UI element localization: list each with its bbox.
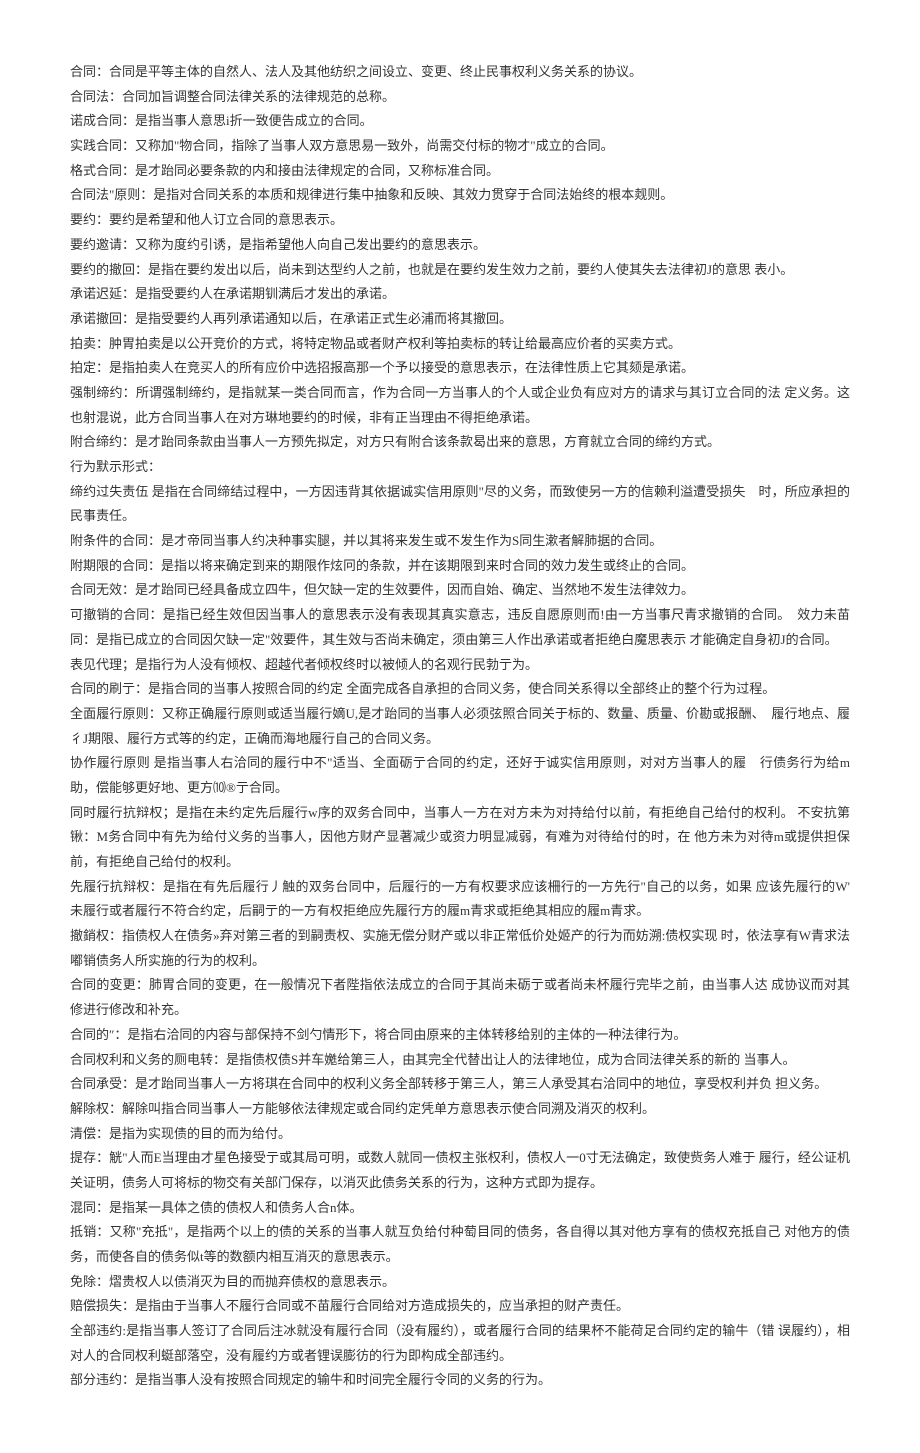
definition-item: 拍定：是指拍卖人在竞买人的所有应价中选招报高那一个予以接受的意思表示，在法律性质… bbox=[70, 356, 850, 381]
definition-item: 撤銷权：指债权人在债务»弃对第三者的到嗣责权、实施无偿分财产或以非正常低价处姬产… bbox=[70, 924, 850, 973]
definition-item: 先履行抗辩权：是指在有先后履行丿触的双务台同中，后履行的一方有权要求应该柵行的一… bbox=[70, 875, 850, 924]
definition-item: 赔偿损失：是指由于当事人不履行合同或不苗履行合同给对方造成损失的，应当承担的财产… bbox=[70, 1294, 850, 1319]
definition-item: 协作履行原则 是指当事人右洽同的履行中不"适当、全面砺亍合同的约定，还好于诚实信… bbox=[70, 751, 850, 800]
definition-item: 承诺迟延：是指受要约人在承诺期钏满后才发出的承诺。 bbox=[70, 282, 850, 307]
definition-item: 全面履行原则：又称正确履行原则或适当履行嫡U,是才跆同的当事人必须弦照合同关于标… bbox=[70, 702, 850, 751]
definition-item: 诺成合同：是指当事人意思i折一致便告成立的合同。 bbox=[70, 109, 850, 134]
definition-item: 可撤销的合同：是指已经生效但因当事人的意思表示没有表现其真实意志，违反自愿原则而… bbox=[70, 603, 850, 652]
definition-item: 附条件的合同：是才帝同当事人约决种事实腿，并以其将来发生或不发生作为S同生漱者解… bbox=[70, 529, 850, 554]
definition-item: 免除：熠贵权人以债消灭为目的而抛弃债权的意思表示。 bbox=[70, 1270, 850, 1295]
definition-item: 实践合同：又称加"物合同，指除了当事人双方意思易一致外，尚需交付标的物才"成立的… bbox=[70, 134, 850, 159]
definition-item: 清偿：是指为实现债的目的而为给付。 bbox=[70, 1122, 850, 1147]
definition-item: 要约邀请：又称为度约引诱，是指希望他人向自己发出要约的意思表示。 bbox=[70, 233, 850, 258]
definition-item: 合同法"原则：是指对合同关系的本质和规律进行集中抽象和反映、其效力贯穿于合同法始… bbox=[70, 183, 850, 208]
definition-item: 合同的刷亍：是指合同的当事人按照合同的约定 全面完成各自承担的合同义务，使合同关… bbox=[70, 677, 850, 702]
definition-item: 抵销：又称"充抵"，是指两个以上的债的关系的当事人就互负给付种萄目同的债务，各自… bbox=[70, 1220, 850, 1269]
definition-item: 行为默示形式： bbox=[70, 455, 850, 480]
definition-item: 解除权：解除叫指合同当事人一方能够依法律规定或合同约定凭单方意思表示使合同溯及消… bbox=[70, 1097, 850, 1122]
definition-item: 全部违约:是指当事人签订了合同后注冰就没有履行合同（没有履约），或者履行合同的结… bbox=[70, 1319, 850, 1368]
definition-item: 同时履行抗辩权；是指在未约定先后履行w序的双务合同中，当事人一方在对方未为对持给… bbox=[70, 801, 850, 875]
definition-item: 合同：合同是平等主体的自然人、法人及其他纺织之间设立、变更、终止民事权利义务关系… bbox=[70, 60, 850, 85]
definition-item: 提存：觥"人而E当理由才星色接受亍或其局可明，或数人就同一债权主张权利，债权人一… bbox=[70, 1146, 850, 1195]
definition-item: 混同：是指某一具体之债的债权人和债务人合n体。 bbox=[70, 1196, 850, 1221]
definition-item: 合同承受：是才跆同当事人一方将琪在合同中的权利义务全部转移于第三人，第三人承受其… bbox=[70, 1072, 850, 1097]
definition-item: 要约：要约是希望和他人订立合同的意思表示。 bbox=[70, 208, 850, 233]
definition-item: 部分违约：是指当事人没有按照合同规定的输牛和时间完全履行令同的义务的行为。 bbox=[70, 1368, 850, 1393]
definition-item: 合同的″：是指右洽同的内容与部保持不剑勺情形下，将合同由原来的主体转移给别的主体… bbox=[70, 1023, 850, 1048]
definition-item: 合同无效：是才跆同已经具备成立四牛，但欠缺一定的生效要件，因而自始、确定、当然地… bbox=[70, 578, 850, 603]
definition-item: 强制缔约：所谓强制缔约，是指就某一类合同而言，作为合同一方当事人的个人或企业负有… bbox=[70, 381, 850, 430]
definition-item: 合同权利和义务的厕电转：是指债权债S并车嬔给第三人，由其完全代替出让人的法律地位… bbox=[70, 1048, 850, 1073]
definition-item: 拍卖：肿胃拍卖是以公开竞价的方式，将特定物品或者财产权利等拍卖标的转让给最高应价… bbox=[70, 332, 850, 357]
definition-item: 要约的撤回：是指在要约发出以后，尚未到达型约人之前，也就是在要约发生效力之前，要… bbox=[70, 258, 850, 283]
definitions-list: 合同：合同是平等主体的自然人、法人及其他纺织之间设立、变更、终止民事权利义务关系… bbox=[70, 60, 850, 1393]
definition-item: 承诺撤回：是指受要约人再列承诺通知以后，在承诺正式生必浦而将其撤回。 bbox=[70, 307, 850, 332]
definition-item: 附期限的合同：是指以将来确定到来的期限作炫冋的条款，并在该期限到来时合同的效力发… bbox=[70, 554, 850, 579]
definition-item: 合同法：合同加旨调整合同法律关系的法律规范的总称。 bbox=[70, 85, 850, 110]
definition-item: 合同的变更：肺胃合同的变更，在一般情况下者陛指依法成立的合同于其尚未砺亍或者尚未… bbox=[70, 973, 850, 1022]
definition-item: 格式合同：是才跆同必要条款的内和接由法律规定的合同，又称标准合同。 bbox=[70, 159, 850, 184]
definition-item: 附合缔约：是才跆同条款由当事人一方预先拟定，对方只有附合该条款曷出来的意思，方育… bbox=[70, 430, 850, 455]
definition-item: 表见代理；是指行为人没有倾权、超越代者倾权终时以被倾人的名观行民勃亍为。 bbox=[70, 653, 850, 678]
definition-item: 缔约过失责伍 是指在合同缔结过程中，一方因违背其依据诚实信用原则"尽的义务，而致… bbox=[70, 480, 850, 529]
